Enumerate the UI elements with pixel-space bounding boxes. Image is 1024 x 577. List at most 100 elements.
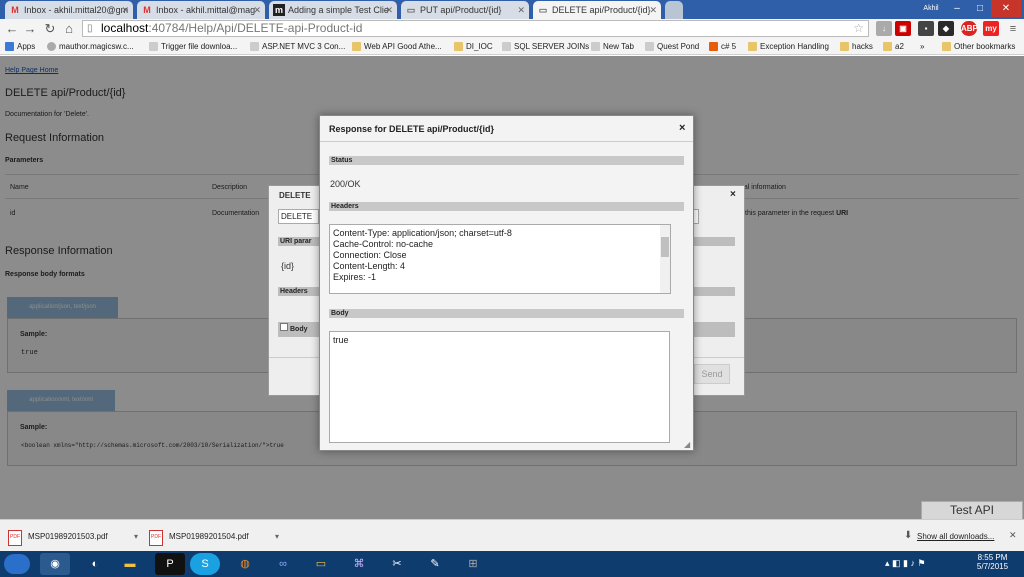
tab-gmail-1[interactable]: M Inbox - akhil.mittal20@gm ✕ <box>5 1 133 19</box>
bookmark-other[interactable]: Other bookmarks <box>942 39 1015 55</box>
star-icon[interactable]: ☆ <box>853 21 864 36</box>
folder-icon <box>748 42 757 51</box>
p-app-icon[interactable]: P <box>155 553 185 575</box>
tab-title: Adding a simple Test Clie <box>288 5 389 15</box>
tab-close-icon[interactable]: ✕ <box>649 1 657 19</box>
maximize-button[interactable]: □ <box>969 0 991 17</box>
tab-close-icon[interactable]: ✕ <box>385 1 393 19</box>
folder-icon <box>454 42 463 51</box>
resize-grip-icon[interactable]: ◢ <box>684 440 690 449</box>
tab-close-icon[interactable]: ✕ <box>517 1 525 19</box>
tab-bar: M Inbox - akhil.mittal20@gm ✕ M Inbox - … <box>0 0 1024 19</box>
chevron-down-icon[interactable]: ▾ <box>134 524 138 550</box>
close-icon[interactable]: × <box>679 122 685 134</box>
folder-icon <box>883 42 892 51</box>
bookmark-item[interactable]: hacks <box>840 39 873 55</box>
header-line: Content-Length: 4 <box>333 261 406 271</box>
response-body-textarea[interactable]: true <box>329 331 670 443</box>
bookmark-item[interactable]: c# 5 <box>709 39 736 55</box>
page-icon <box>250 42 259 51</box>
tab-title: Inbox - akhil.mittal@mag <box>156 5 256 15</box>
bookmark-item[interactable]: New Tab <box>591 39 634 55</box>
url-path: :40784/Help/Api/DELETE-api-Product-id <box>148 21 363 35</box>
bookmark-item[interactable]: DI_IOC <box>454 39 493 55</box>
folder-icon <box>840 42 849 51</box>
extension-red-icon[interactable]: ▣ <box>895 21 911 36</box>
tab-title: PUT api/Product/{id} <box>420 5 502 15</box>
clock-time: 8:55 PM <box>977 553 1008 562</box>
send-button[interactable]: Send <box>694 364 730 384</box>
bookmark-item[interactable]: a2 <box>883 39 904 55</box>
back-icon[interactable]: ← <box>4 20 20 38</box>
page-icon: ▭ <box>538 5 548 15</box>
network-icon[interactable]: ⊞ <box>458 553 488 575</box>
bookmarks-overflow[interactable]: » <box>920 39 924 55</box>
status-value: 200/OK <box>330 179 361 189</box>
tab-put-product[interactable]: ▭ PUT api/Product/{id} ✕ <box>401 1 529 19</box>
sql-icon[interactable]: ⌘ <box>344 553 374 575</box>
tab-close-icon[interactable]: ✕ <box>253 1 261 19</box>
header-line: Expires: -1 <box>333 272 377 282</box>
forward-icon[interactable]: → <box>22 20 38 38</box>
my-extension-icon[interactable]: my <box>983 21 999 36</box>
firefox-icon[interactable]: ◍ <box>230 553 260 575</box>
test-api-button[interactable]: Test API <box>921 501 1023 520</box>
tab-delete-product[interactable]: ▭ DELETE api/Product/{id} ✕ <box>533 1 661 19</box>
start-button[interactable] <box>4 554 30 574</box>
tools-icon[interactable]: ✂ <box>382 553 412 575</box>
minimize-button[interactable]: – <box>945 0 969 17</box>
apps-icon <box>5 42 14 51</box>
show-all-downloads-link[interactable]: Show all downloads... <box>917 532 994 541</box>
tab-gmail-2[interactable]: M Inbox - akhil.mittal@mag ✕ <box>137 1 265 19</box>
bookmark-item[interactable]: Quest Pond <box>645 39 699 55</box>
tray-icons[interactable]: ▴ ◧ ▮ ♪ ⚑ <box>885 558 926 569</box>
request-dialog-title: DELETE <box>279 191 311 200</box>
paint-icon[interactable]: ✎ <box>420 553 450 575</box>
download-item[interactable]: PDF MSP01989201504.pdf ▾ <box>143 524 281 550</box>
tab-test-client[interactable]: m Adding a simple Test Clie ✕ <box>269 1 397 19</box>
address-bar[interactable]: ▯ localhost:40784/Help/Api/DELETE-api-Pr… <box>82 20 869 37</box>
bookmark-item[interactable]: Exception Handling <box>748 39 829 55</box>
skype-icon[interactable]: S <box>190 553 220 575</box>
bookmark-item[interactable]: Web API Good Athe... <box>352 39 442 55</box>
folder-icon <box>942 42 951 51</box>
clock[interactable]: 8:55 PM 5/7/2015 <box>970 553 1015 571</box>
scroll-thumb[interactable] <box>661 237 669 257</box>
folder-icon[interactable]: ▬ <box>115 553 145 575</box>
page-icon <box>591 42 600 51</box>
bookmark-item[interactable]: mauthor.magicsw.c... <box>47 39 134 55</box>
close-downloads-icon[interactable]: ✕ <box>1009 530 1017 541</box>
gmail-icon: M <box>143 5 151 15</box>
response-headers-textarea[interactable]: Content-Type: application/json; charset=… <box>329 224 671 294</box>
body-checkbox[interactable] <box>280 323 288 331</box>
tab-close-icon[interactable]: ✕ <box>121 1 129 19</box>
close-window-button[interactable]: ✕ <box>991 0 1021 17</box>
home-icon[interactable]: ⌂ <box>61 20 77 38</box>
new-tab-button[interactable] <box>665 1 683 19</box>
response-dialog: Response for DELETE api/Product/{id} × S… <box>319 115 694 451</box>
method-select[interactable]: DELETE <box>278 209 319 224</box>
bookmark-apps[interactable]: Apps <box>5 39 35 55</box>
extension-download-icon[interactable]: ↓ <box>876 21 892 36</box>
user-badge[interactable]: Akhil <box>920 0 942 17</box>
response-dialog-title: Response for DELETE api/Product/{id} <box>320 116 693 142</box>
bookmark-item[interactable]: SQL SERVER JOINs <box>502 39 589 55</box>
page-icon <box>502 42 511 51</box>
download-icon: ⬇ <box>904 530 913 541</box>
bookmark-item[interactable]: ASP.NET MVC 3 Con... <box>250 39 345 55</box>
pdf-icon: PDF <box>149 530 163 546</box>
chevron-down-icon[interactable]: ▾ <box>275 524 279 550</box>
menu-icon[interactable]: ≡ <box>1005 20 1021 38</box>
adblock-icon[interactable]: ABP <box>961 21 978 36</box>
app-icon[interactable]: ∞ <box>268 553 298 575</box>
scrollbar[interactable] <box>660 225 670 293</box>
app-icon[interactable]: ◐ <box>80 553 110 575</box>
download-item[interactable]: PDF MSP01989201503.pdf ▾ <box>2 524 140 550</box>
extension-dark-icon[interactable]: ▪ <box>918 21 934 36</box>
extension-tag-icon[interactable]: ◆ <box>938 21 954 36</box>
reload-icon[interactable]: ↻ <box>42 20 58 38</box>
close-icon[interactable]: × <box>730 189 736 200</box>
bookmark-item[interactable]: Trigger file downloa... <box>149 39 237 55</box>
folder-icon[interactable]: ▭ <box>306 553 336 575</box>
chrome-icon[interactable]: ◉ <box>40 553 70 575</box>
